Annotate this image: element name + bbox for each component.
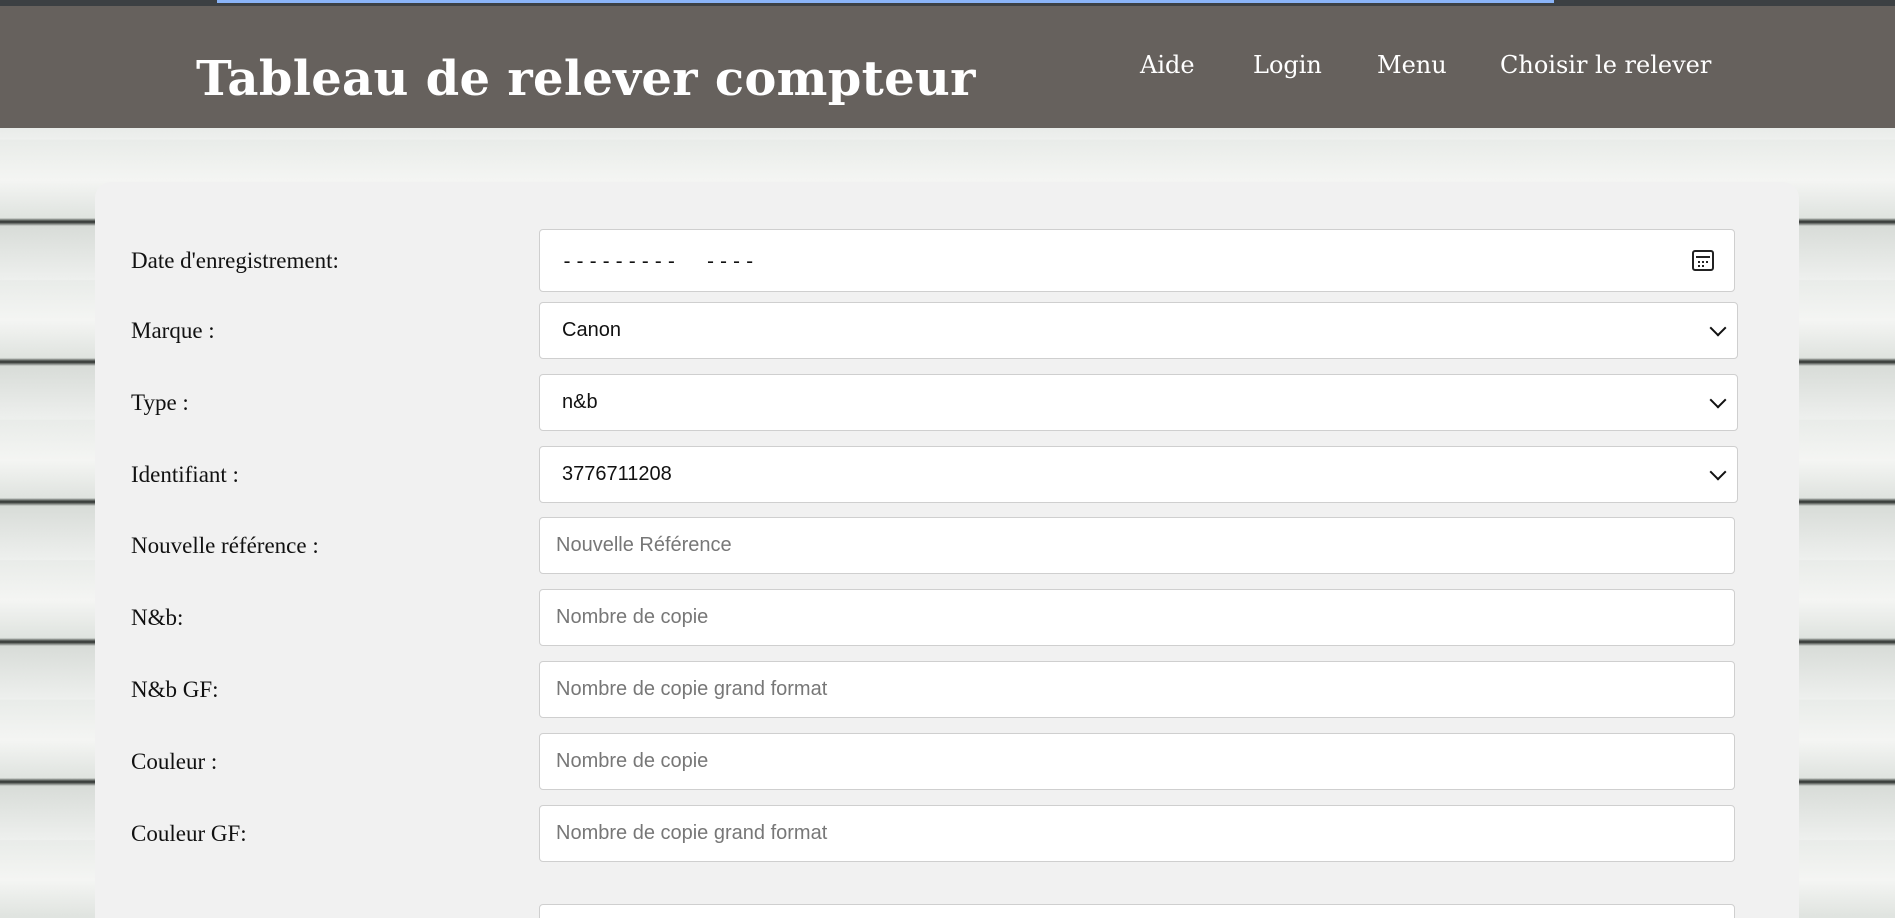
next-input-partial[interactable] (539, 904, 1735, 918)
calendar-icon[interactable] (1692, 249, 1714, 271)
type-select-wrap[interactable]: n&b (539, 374, 1738, 431)
nouvelle-reference-input[interactable] (539, 517, 1735, 574)
nav-aide-link[interactable]: Aide (1140, 51, 1195, 79)
nav-menu-link[interactable]: Menu (1377, 51, 1447, 79)
nav-login-link[interactable]: Login (1253, 51, 1322, 79)
date-label: Date d'enregistrement: (131, 247, 339, 273)
row-nb: N&b: (95, 589, 1799, 646)
couleur-gf-label: Couleur GF: (131, 820, 247, 846)
identifiant-select-wrap[interactable]: 3776711208 (539, 446, 1738, 503)
row-nouvelle-reference: Nouvelle référence : (95, 517, 1799, 574)
row-couleur-gf: Couleur GF: (95, 805, 1799, 862)
row-type: Type : n&b (95, 374, 1799, 431)
browser-loading-line (217, 0, 1554, 3)
couleur-gf-input[interactable] (539, 805, 1735, 862)
identifiant-select[interactable]: 3776711208 (539, 446, 1738, 503)
row-next-partial (95, 904, 1799, 918)
identifiant-label: Identifiant : (131, 461, 239, 487)
type-label: Type : (131, 389, 189, 415)
form-panel: Date d'enregistrement: --------- ---- Ma… (95, 182, 1799, 918)
type-select[interactable]: n&b (539, 374, 1738, 431)
couleur-input[interactable] (539, 733, 1735, 790)
marque-select-wrap[interactable]: Canon (539, 302, 1738, 359)
nouvelle-reference-label: Nouvelle référence : (131, 532, 319, 558)
date-mask-text: --------- ---- (561, 248, 757, 273)
row-date: Date d'enregistrement: --------- ---- (95, 229, 1799, 292)
row-nb-gf: N&b GF: (95, 661, 1799, 718)
marque-select[interactable]: Canon (539, 302, 1738, 359)
nb-gf-input[interactable] (539, 661, 1735, 718)
marque-label: Marque : (131, 317, 215, 343)
nb-label: N&b: (131, 604, 184, 630)
site-title: Tableau de relever compteur (196, 51, 976, 107)
nb-gf-label: N&b GF: (131, 676, 219, 702)
row-couleur: Couleur : (95, 733, 1799, 790)
nb-input[interactable] (539, 589, 1735, 646)
navbar: Tableau de relever compteur Aide Login M… (0, 6, 1895, 128)
row-identifiant: Identifiant : 3776711208 (95, 446, 1799, 503)
nav-choisir-releve-link[interactable]: Choisir le relever (1500, 51, 1711, 79)
couleur-label: Couleur : (131, 748, 218, 774)
row-marque: Marque : Canon (95, 302, 1799, 359)
date-input[interactable]: --------- ---- (539, 229, 1735, 292)
